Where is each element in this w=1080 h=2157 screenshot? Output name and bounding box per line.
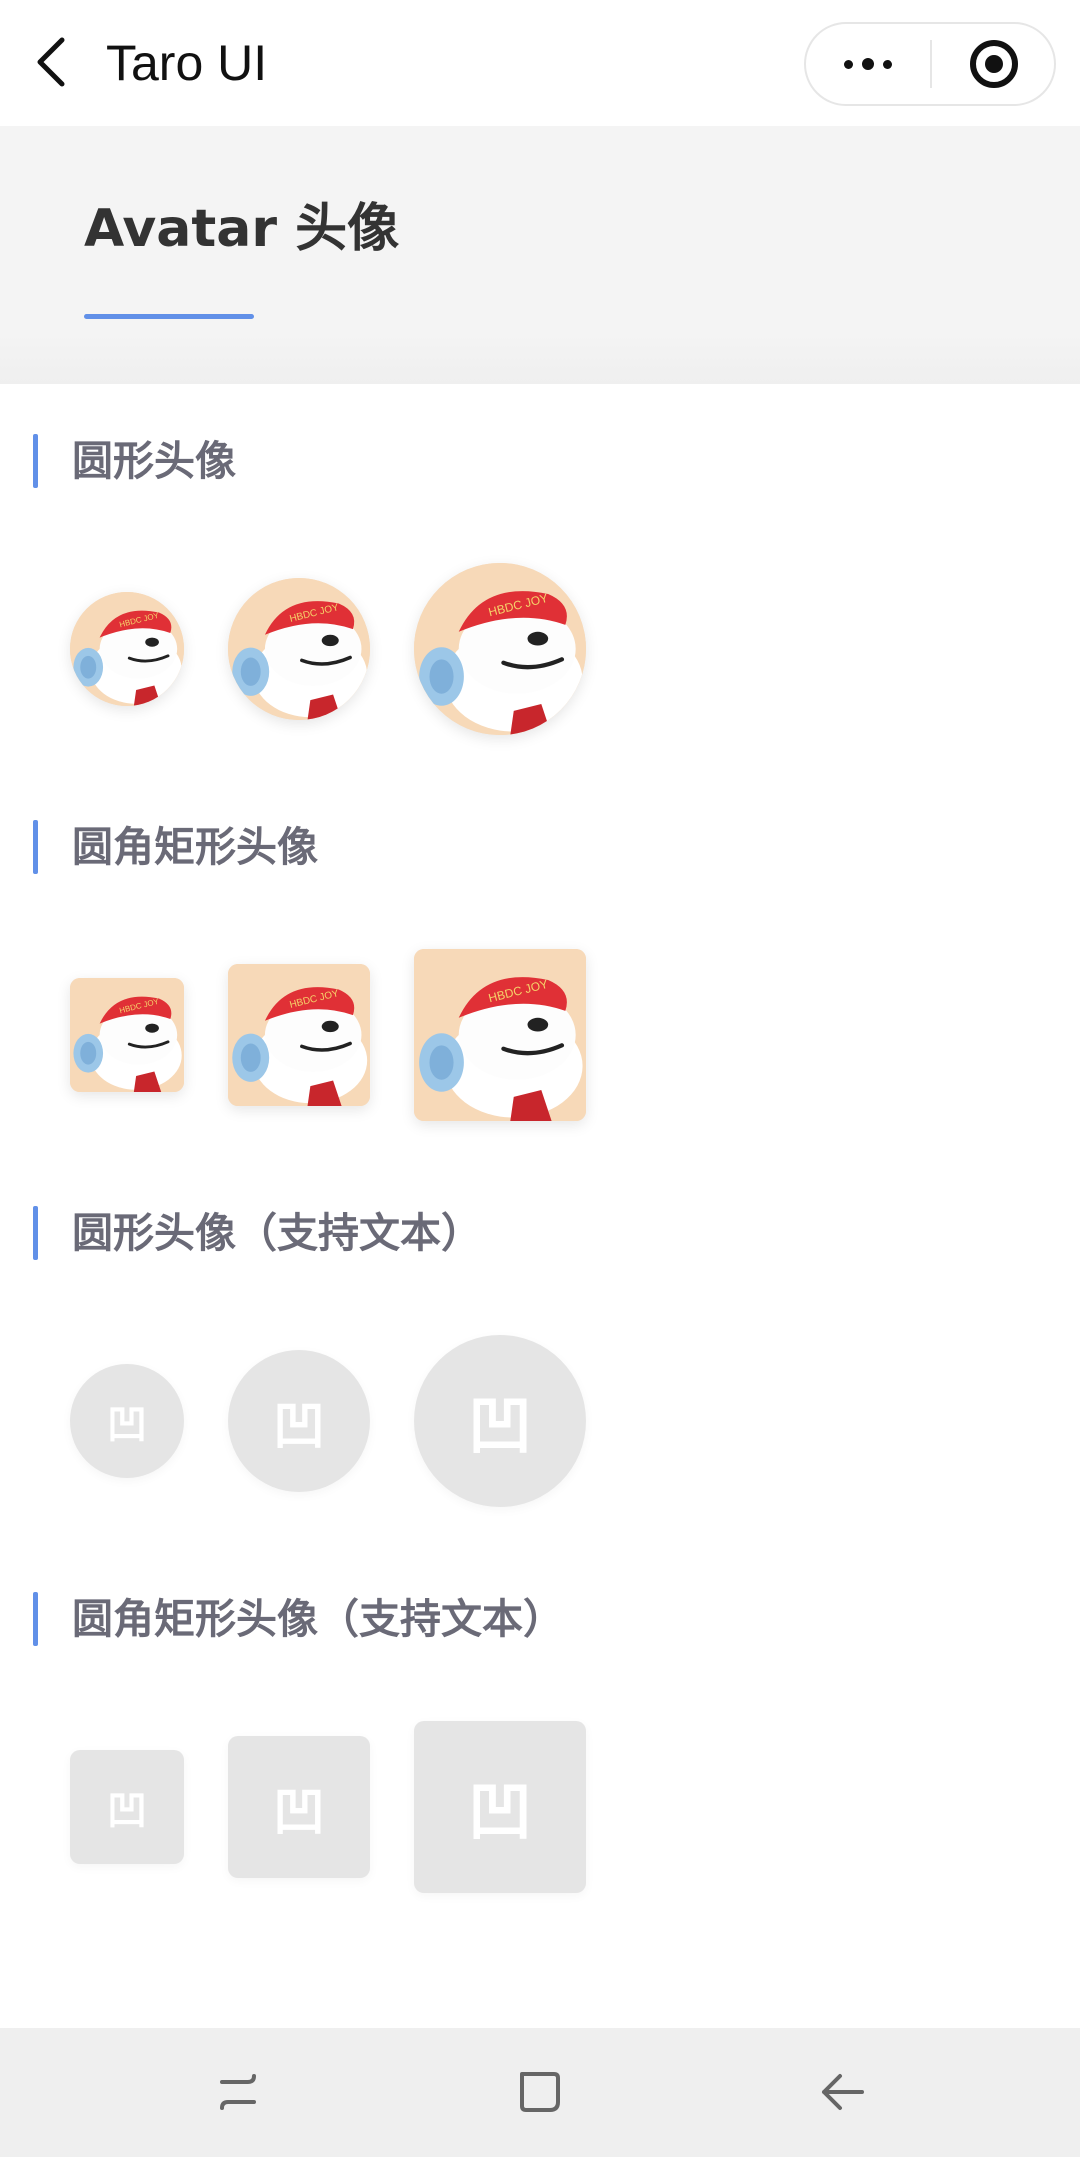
text-avatar-circle-small: 凹 [70,1364,184,1478]
app-title: Taro UI [106,35,268,91]
text-avatar-rounded-normal: 凹 [228,1736,370,1878]
close-button[interactable] [932,24,1056,104]
text-avatar-rounded-large: 凹 [414,1721,586,1893]
section-title-text: 圆形头像（支持文本） [72,1209,482,1257]
avatar-circle-small: HBDC JOY [70,592,184,706]
mascot-image: HBDC JOY [228,578,370,720]
home-button[interactable] [500,2052,580,2132]
avatar-rounded-normal: HBDC JOY [228,964,370,1106]
section-title-rounded: 圆角矩形头像 [0,816,1080,876]
recent-apps-icon [220,2074,256,2110]
more-dots-icon [844,59,853,69]
text-avatar-circle-large: 凹 [414,1335,586,1507]
section-accent-bar [33,1592,38,1646]
title-underline [84,314,254,319]
section-accent-bar [33,1206,38,1260]
section-title-text: 圆形头像 [72,437,236,485]
section-title-text: 圆角矩形头像 [72,823,318,871]
back-nav-button[interactable] [802,2052,882,2132]
avatar-circle-normal: HBDC JOY [228,578,370,720]
section-title-rounded-text: 圆角矩形头像（支持文本） [0,1588,1080,1648]
avatar-rounded-small: HBDC JOY [70,978,184,1092]
section-accent-bar [33,434,38,488]
section-title-circle-text: 圆形头像（支持文本） [0,1202,1080,1262]
section-title-circle: 圆形头像 [0,430,1080,490]
page-title: Avatar 头像 [84,199,400,259]
system-navigation-bar [0,2028,1080,2157]
text-avatar-circle-normal: 凹 [228,1350,370,1492]
mascot-image: HBDC JOY [70,978,184,1092]
section-title-text: 圆角矩形头像（支持文本） [72,1595,564,1643]
top-navigation-bar: Taro UI [0,0,1080,126]
avatar-rounded-large: HBDC JOY [414,949,586,1121]
mascot-image: HBDC JOY [414,563,586,735]
target-circle-icon [970,40,1018,88]
chevron-left-icon [37,37,65,87]
menu-capsule [804,22,1056,106]
mascot-image: HBDC JOY [414,949,586,1121]
section-accent-bar [33,820,38,874]
text-avatar-rounded-small: 凹 [70,1750,184,1864]
back-button[interactable] [30,34,74,90]
home-icon [520,2072,560,2112]
page-header: Avatar 头像 [0,126,1080,384]
mascot-image: HBDC JOY [228,964,370,1106]
recent-apps-button[interactable] [198,2052,278,2132]
avatar-circle-large: HBDC JOY [414,563,586,735]
back-arrow-icon [822,2074,864,2110]
mascot-image: HBDC JOY [70,592,184,706]
more-button[interactable] [806,24,930,104]
